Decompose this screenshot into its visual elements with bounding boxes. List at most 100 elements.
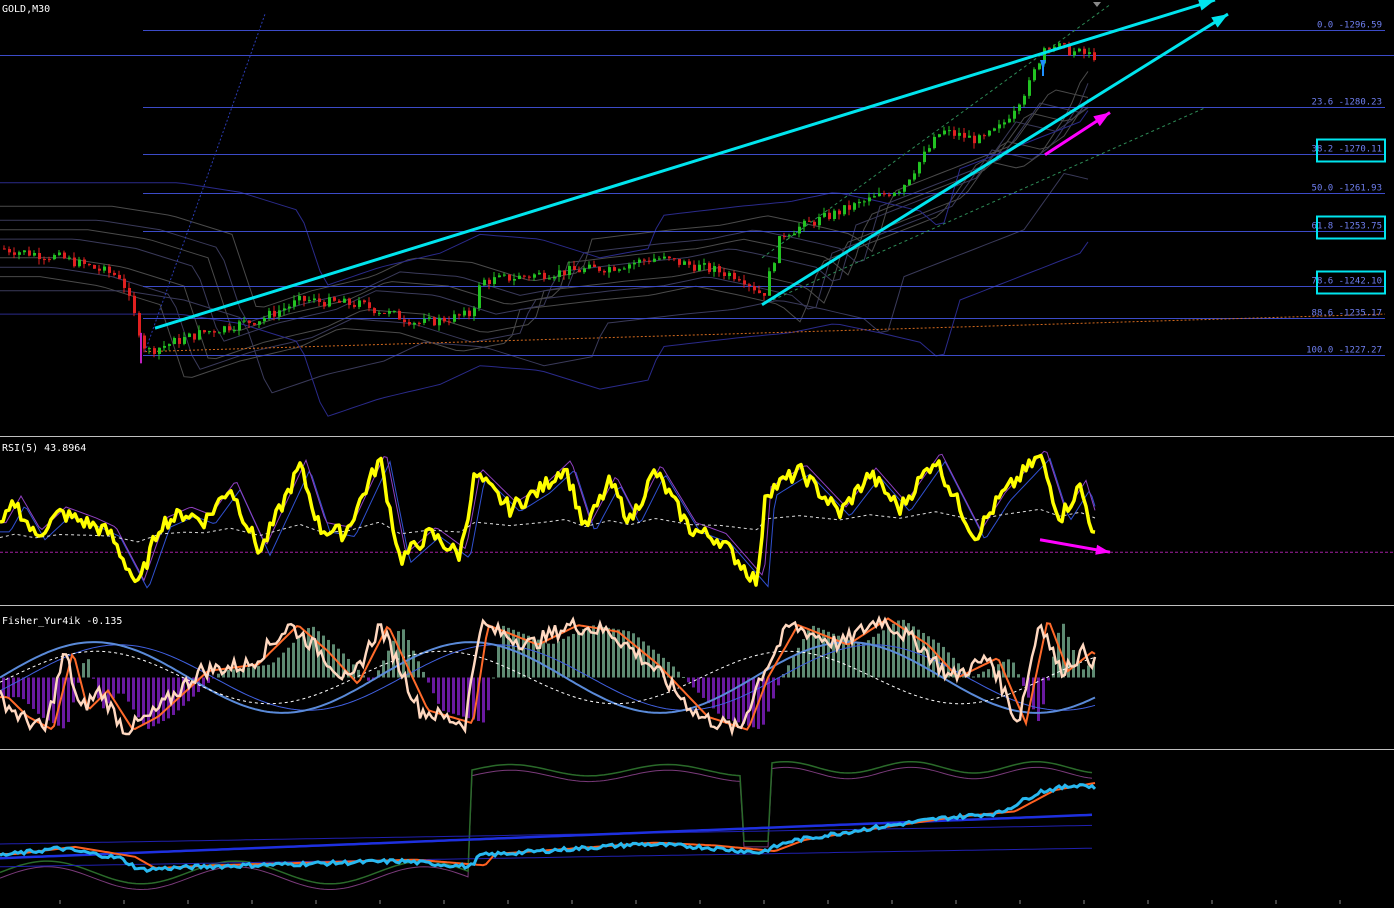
candle-body	[943, 130, 946, 135]
candle-body	[408, 322, 411, 325]
fisher-histogram-bar	[312, 626, 315, 678]
candle-body	[18, 252, 21, 255]
candle-body	[983, 135, 986, 137]
fisher-histogram-bar	[972, 676, 975, 678]
candle-body	[838, 210, 841, 215]
candle-body	[953, 130, 956, 136]
candle-body	[303, 295, 306, 301]
fisher-histogram-bar	[487, 677, 490, 711]
candle-body	[28, 250, 31, 256]
fisher-histogram-bar	[1042, 677, 1045, 705]
candle-body	[13, 252, 16, 255]
candle-body	[423, 318, 426, 323]
candle-body	[478, 285, 481, 309]
time-axis	[59, 900, 1341, 904]
fisher-histogram-bar	[122, 677, 125, 694]
candle-body	[188, 333, 191, 338]
candle-body	[833, 210, 836, 220]
candle-body	[963, 132, 966, 138]
fisher-histogram-bar	[37, 677, 40, 714]
fisher-histogram-bar	[977, 674, 980, 678]
fisher-title: Fisher_Yur4ik -0.135	[2, 616, 122, 627]
candle-body	[718, 266, 721, 273]
candle-body	[263, 318, 266, 322]
candle-body	[663, 256, 666, 259]
fisher-histogram-bar	[262, 665, 265, 678]
candle-body	[928, 148, 931, 152]
fisher-histogram-bar	[1037, 677, 1040, 722]
fisher-histogram-bar	[1057, 632, 1060, 678]
candle-body	[118, 274, 121, 279]
candle-body	[688, 261, 691, 265]
fisher-histogram-bar	[982, 671, 985, 678]
fisher-histogram-bar	[327, 639, 330, 678]
fisher-histogram-bar	[132, 677, 135, 710]
candle-body	[893, 192, 896, 196]
candle-body	[533, 274, 536, 278]
candle-body	[1058, 43, 1061, 47]
candle-body	[748, 284, 751, 287]
candle-body	[433, 317, 436, 326]
fisher-histogram-bar	[582, 629, 585, 678]
fisher-histogram-bar	[822, 629, 825, 678]
fisher-histogram-bar	[612, 628, 615, 678]
candle-body	[1033, 69, 1036, 81]
candle-body	[638, 259, 641, 263]
candle-body	[443, 317, 446, 322]
candle-body	[488, 279, 491, 285]
fisher-histogram-bar	[292, 642, 295, 678]
fisher-histogram-bar	[877, 633, 880, 678]
candle-body	[728, 272, 731, 277]
fisher-histogram-bar	[1047, 677, 1050, 681]
fisher-histogram-bar	[747, 677, 750, 726]
fisher-histogram-bar	[587, 626, 590, 678]
candle-body	[308, 300, 311, 302]
fisher-histogram-bar	[462, 677, 465, 717]
candle-body	[183, 337, 186, 344]
candle-body	[998, 124, 1001, 129]
candle-body	[618, 269, 621, 271]
fisher-histogram-bar	[697, 677, 700, 693]
candle-body	[203, 330, 206, 333]
fisher-histogram-bar	[542, 641, 545, 678]
candle-body	[278, 310, 281, 317]
candle-body	[93, 265, 96, 269]
candle-body	[463, 310, 466, 316]
fisher-histogram-bar	[652, 649, 655, 678]
fisher-histogram-bar	[42, 677, 45, 718]
candle-body	[138, 313, 141, 336]
candle-body	[1048, 48, 1051, 50]
fisher-histogram-bar	[1082, 669, 1085, 678]
candle-body	[653, 258, 656, 262]
candle-body	[988, 130, 991, 136]
candle-body	[828, 212, 831, 220]
candle-body	[438, 317, 441, 326]
candle-body	[783, 236, 786, 238]
fisher-histogram-bar	[247, 667, 250, 678]
fisher-histogram-bar	[402, 629, 405, 678]
fisher-histogram-bar	[27, 677, 30, 705]
candle-body	[903, 184, 906, 192]
candle-body	[43, 259, 46, 261]
candle-body	[883, 193, 886, 195]
candle-body	[518, 275, 521, 280]
candle-body	[343, 298, 346, 303]
fisher-histogram-bar	[497, 644, 500, 678]
fisher-histogram-bar	[722, 677, 725, 718]
fisher-histogram-bar	[32, 677, 35, 709]
candle-body	[788, 235, 791, 237]
fisher-histogram-bar	[457, 677, 460, 716]
fisher-histogram-bar	[1012, 662, 1015, 678]
fisher-histogram-bar	[687, 677, 690, 683]
fisher-histogram-bar	[552, 643, 555, 678]
fisher-histogram-bar	[642, 641, 645, 678]
fisher-histogram-bar	[677, 671, 680, 678]
candle-body	[288, 306, 291, 309]
candle-body	[763, 293, 766, 296]
candle-body	[413, 322, 416, 325]
fisher-histogram-bar	[257, 666, 260, 678]
candle-body	[333, 297, 336, 301]
candle-body	[123, 278, 126, 288]
fisher-histogram-bar	[562, 638, 565, 678]
candle-body	[623, 268, 626, 270]
